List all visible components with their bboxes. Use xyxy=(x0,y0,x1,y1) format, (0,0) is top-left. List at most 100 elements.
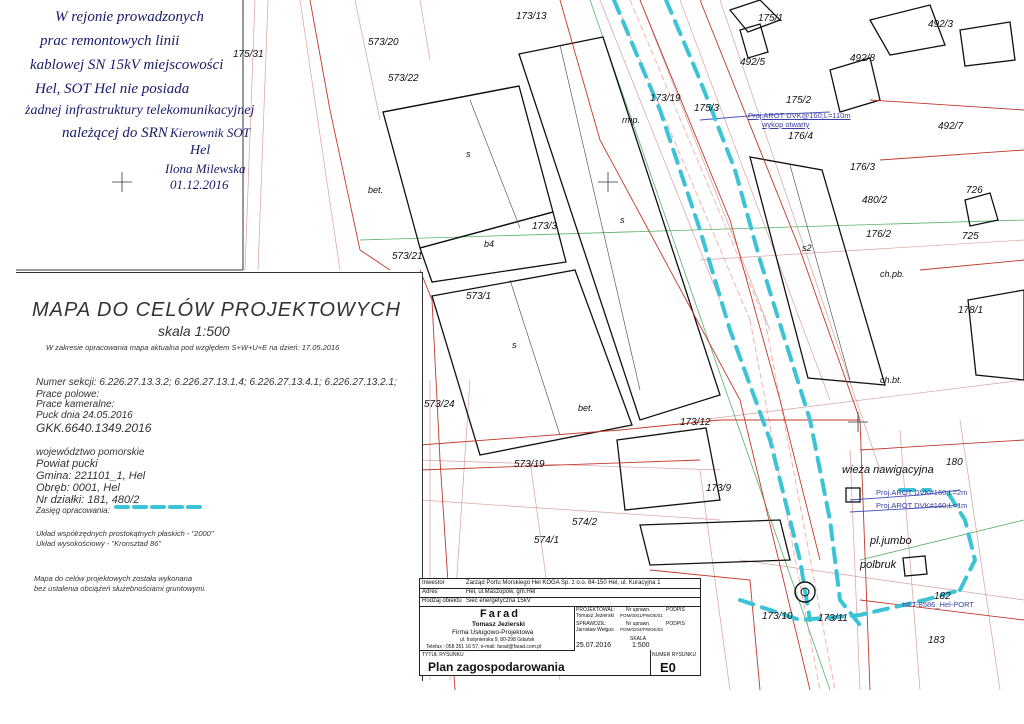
parcel-number: 183 xyxy=(928,635,945,646)
building-label: s xyxy=(512,340,517,350)
permit-value: POM/0001/PWOE/01 xyxy=(620,613,663,618)
parcel-number: 574/1 xyxy=(534,535,560,546)
landmark-label: wieża nawigacyjna xyxy=(842,464,934,476)
designer-value: Tomasz Jezierski xyxy=(576,613,615,619)
building-label: bet. xyxy=(368,185,384,195)
permit-value: POM/0204/PWOE/03 xyxy=(620,627,663,632)
legend-county: Powiat pucki xyxy=(36,458,98,470)
building-label: s xyxy=(620,215,625,225)
parcel-number: 573/19 xyxy=(514,459,545,470)
cable-label: wykop otwarty xyxy=(762,120,810,129)
note-line: W rejonie prowadzonych xyxy=(55,9,204,25)
map-legend: MAPA DO CELÓW PROJEKTOWYCH skala 1:500 W… xyxy=(16,272,423,681)
parcel-number: 175/1 xyxy=(758,13,784,24)
parcel-number: 175/3 xyxy=(694,103,720,114)
legend-disclaimer: Mapa do celów projektowych została wykon… xyxy=(34,574,193,583)
legend-range-label: Zasięg opracowania: xyxy=(36,506,110,515)
parcel-number: 180 xyxy=(946,457,963,468)
signature-line: Ilona Milewska xyxy=(165,161,246,176)
legend-disclaimer: bez ustalenia obciążeń służebnościami gr… xyxy=(34,584,207,593)
legend-coord-system: Układ współrzędnych prostokątnych płaski… xyxy=(36,529,214,538)
legend-title: MAPA DO CELÓW PROJEKTOWYCH xyxy=(32,299,401,321)
parcel-number: 573/22 xyxy=(388,73,419,84)
parcel-number: 173/3 xyxy=(532,221,558,232)
parcel-number: 573/21 xyxy=(392,251,423,262)
address-value: Hel, ul.Maszopów, gm.Hel xyxy=(466,589,536,595)
building-label: ch.pb. xyxy=(880,269,905,279)
parcel-number: 492/8 xyxy=(850,53,876,64)
parcel-number: 573/1 xyxy=(466,291,492,302)
parcel-number: 574/2 xyxy=(572,517,598,528)
building-label: b4 xyxy=(484,239,495,249)
legend-commune: Gmina: 221101_1, Hel xyxy=(36,470,146,482)
drawing-title: Plan zagospodarowania xyxy=(428,660,565,674)
drawing-no: E0 xyxy=(660,660,676,675)
parcel-number: 176/4 xyxy=(788,131,814,142)
company-name: Firma Usługowo-Projektowa xyxy=(452,629,534,636)
landmark-label: polbruk xyxy=(860,559,897,571)
cable-label: Proj.AROT DVK#160;L=2m xyxy=(876,488,968,497)
legend-office-work: Prace kameralne: xyxy=(36,399,115,410)
sign-label: PODPIS xyxy=(666,607,685,613)
landmark-label: pl.jumbo xyxy=(870,535,912,547)
parcel-number: 480/2 xyxy=(862,195,888,206)
legend-height-system: Układ wysokościowy - "Kronsztad 86" xyxy=(36,539,161,548)
sign-label: PODPIS xyxy=(666,621,685,627)
scale-value: 1:500 xyxy=(632,642,650,649)
company-address: ul. Instynierska 9, 80-298 Gdańsk xyxy=(460,637,535,643)
parcel-number: 176/3 xyxy=(850,162,876,173)
type-label: Rodzaj obiektu xyxy=(422,598,462,604)
signature-line: Hel xyxy=(190,143,211,158)
note-line: należącej do SRN xyxy=(62,125,168,141)
building-label: ch.bt. xyxy=(880,375,903,385)
cable-label: Proj.AROT DVK#160;L=1m xyxy=(876,501,968,510)
investor-value: Zarząd Portu Morskiego Hel KOGA Sp. z o.… xyxy=(466,580,661,586)
parcel-number: 573/24 xyxy=(424,399,455,410)
parcel-number: 492/3 xyxy=(928,19,954,30)
parcel-number: 492/7 xyxy=(938,121,964,132)
building-label: s xyxy=(466,149,471,159)
parcel-number: 176/2 xyxy=(866,229,892,240)
range-dash-sample xyxy=(114,505,204,509)
legend-place-date: Puck dnia 24.05.2016 xyxy=(36,410,133,421)
parcel-number: 573/20 xyxy=(368,37,399,48)
legend-scope-note: W zakresie opracowania mapa aktualna pod… xyxy=(46,343,340,352)
legend-section-numbers: Numer sekcji: 6.226.27.13.3.2; 6.226.27.… xyxy=(36,377,397,388)
legend-voivodeship: województwo pomorskie xyxy=(36,447,145,458)
signature-line: 01.12.2016 xyxy=(170,177,229,192)
parcel-number: 725 xyxy=(962,231,979,242)
parcel-number: 173/19 xyxy=(650,93,681,104)
investor-label: Inwestor xyxy=(422,580,445,586)
company-logo: Farad xyxy=(480,608,520,620)
building-label: rmp. xyxy=(622,115,640,125)
type-value: Sieć energetyczna 15kV xyxy=(466,598,531,604)
parcel-number: 173/9 xyxy=(706,483,732,494)
note-line: prac remontowych linii xyxy=(40,33,180,49)
legend-gkk: GKK.6640.1349.2016 xyxy=(36,421,152,435)
date-value: 25.07.2016 xyxy=(576,642,612,649)
drawing-title-label: TYTUŁ RYSUNKU xyxy=(422,652,464,658)
cable-label: Proj.AROT DVK@160;L=110m xyxy=(748,111,851,120)
parcel-number: 173/11 xyxy=(818,613,848,624)
drawing-no-label: NUMER RYSUNKU xyxy=(652,652,697,658)
note-line: kablowej SN 15kV miejscowości xyxy=(30,57,224,73)
parcel-number: 726 xyxy=(966,185,983,196)
parcel-number: 173/12 xyxy=(680,417,711,428)
parcel-number: 173/10 xyxy=(762,611,793,622)
parcel-number: 173/13 xyxy=(516,11,547,22)
company-owner: Tomasz Jezierski xyxy=(472,621,525,628)
building-label: bet. xyxy=(578,403,594,413)
parcel-number: 178/1 xyxy=(958,305,984,316)
parcel-number: 175/31 xyxy=(233,49,264,60)
parcel-number: 175/2 xyxy=(786,95,812,106)
address-label: Adres xyxy=(422,589,438,595)
title-block: Inwestor Zarząd Portu Morskiego Hel KOGA… xyxy=(419,578,701,676)
note-line: żadnej infrastruktury telekomunikacyjnej xyxy=(25,103,255,118)
legend-precinct: Obręb: 0001, Hel xyxy=(36,482,120,494)
checker-value: Jarosław Wełgus xyxy=(576,627,614,633)
legend-scale: skala 1:500 xyxy=(158,323,230,339)
building-label: s2 xyxy=(802,243,812,253)
cable-label: Ist.T-8586_Hel-PORT xyxy=(902,600,974,609)
signature-line: Kierownik SOT xyxy=(170,125,251,140)
parcel-number: 492/5 xyxy=(740,57,766,68)
